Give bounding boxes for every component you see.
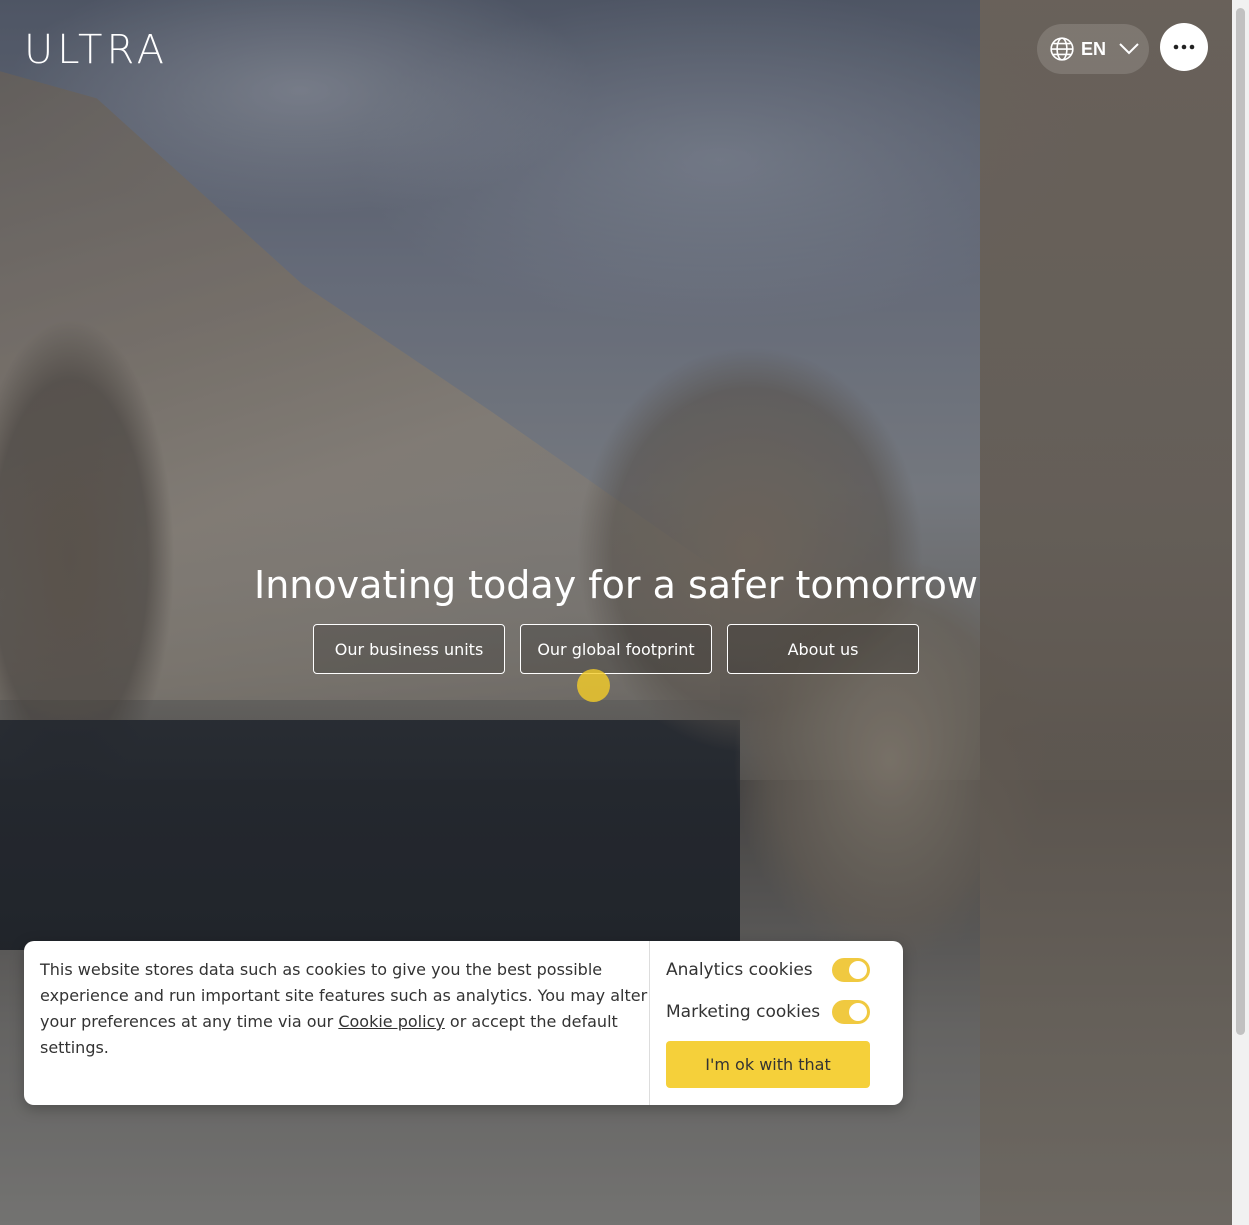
page-scrollbar[interactable]: [1232, 0, 1249, 1225]
language-code: EN: [1081, 38, 1107, 59]
toggle-knob: [849, 1003, 867, 1021]
cursor-indicator: [577, 669, 610, 702]
business-units-button[interactable]: Our business units: [313, 624, 505, 674]
marketing-cookies-label: Marketing cookies: [666, 1002, 821, 1022]
globe-icon: [1050, 37, 1074, 61]
cookie-options: Analytics cookies Marketing cookies I'm …: [650, 941, 886, 1105]
menu-button[interactable]: [1160, 23, 1208, 71]
toggle-knob: [849, 961, 867, 979]
about-us-button[interactable]: About us: [727, 624, 919, 674]
marketing-cookies-toggle[interactable]: [832, 1000, 870, 1024]
hero-headline: Innovating today for a safer tomorrow: [254, 563, 978, 608]
ultra-logo[interactable]: ULTRA: [24, 30, 168, 70]
global-footprint-button[interactable]: Our global footprint: [520, 624, 712, 674]
cookie-message: This website stores data such as cookies…: [24, 941, 650, 1105]
analytics-cookies-toggle[interactable]: [832, 958, 870, 982]
analytics-cookies-label: Analytics cookies: [666, 960, 813, 980]
more-dots-icon: [1173, 44, 1195, 50]
analytics-cookies-row: Analytics cookies: [666, 957, 870, 983]
hero-cta-row: Our business units Our global footprint …: [313, 624, 919, 674]
cookie-banner: This website stores data such as cookies…: [24, 941, 903, 1105]
cookie-policy-link[interactable]: Cookie policy: [338, 1012, 445, 1031]
marketing-cookies-row: Marketing cookies: [666, 999, 870, 1025]
chevron-down-icon: [1119, 43, 1139, 55]
scrollbar-thumb[interactable]: [1236, 8, 1245, 1035]
accept-cookies-button[interactable]: I'm ok with that: [666, 1041, 870, 1088]
language-selector[interactable]: EN: [1037, 24, 1149, 74]
